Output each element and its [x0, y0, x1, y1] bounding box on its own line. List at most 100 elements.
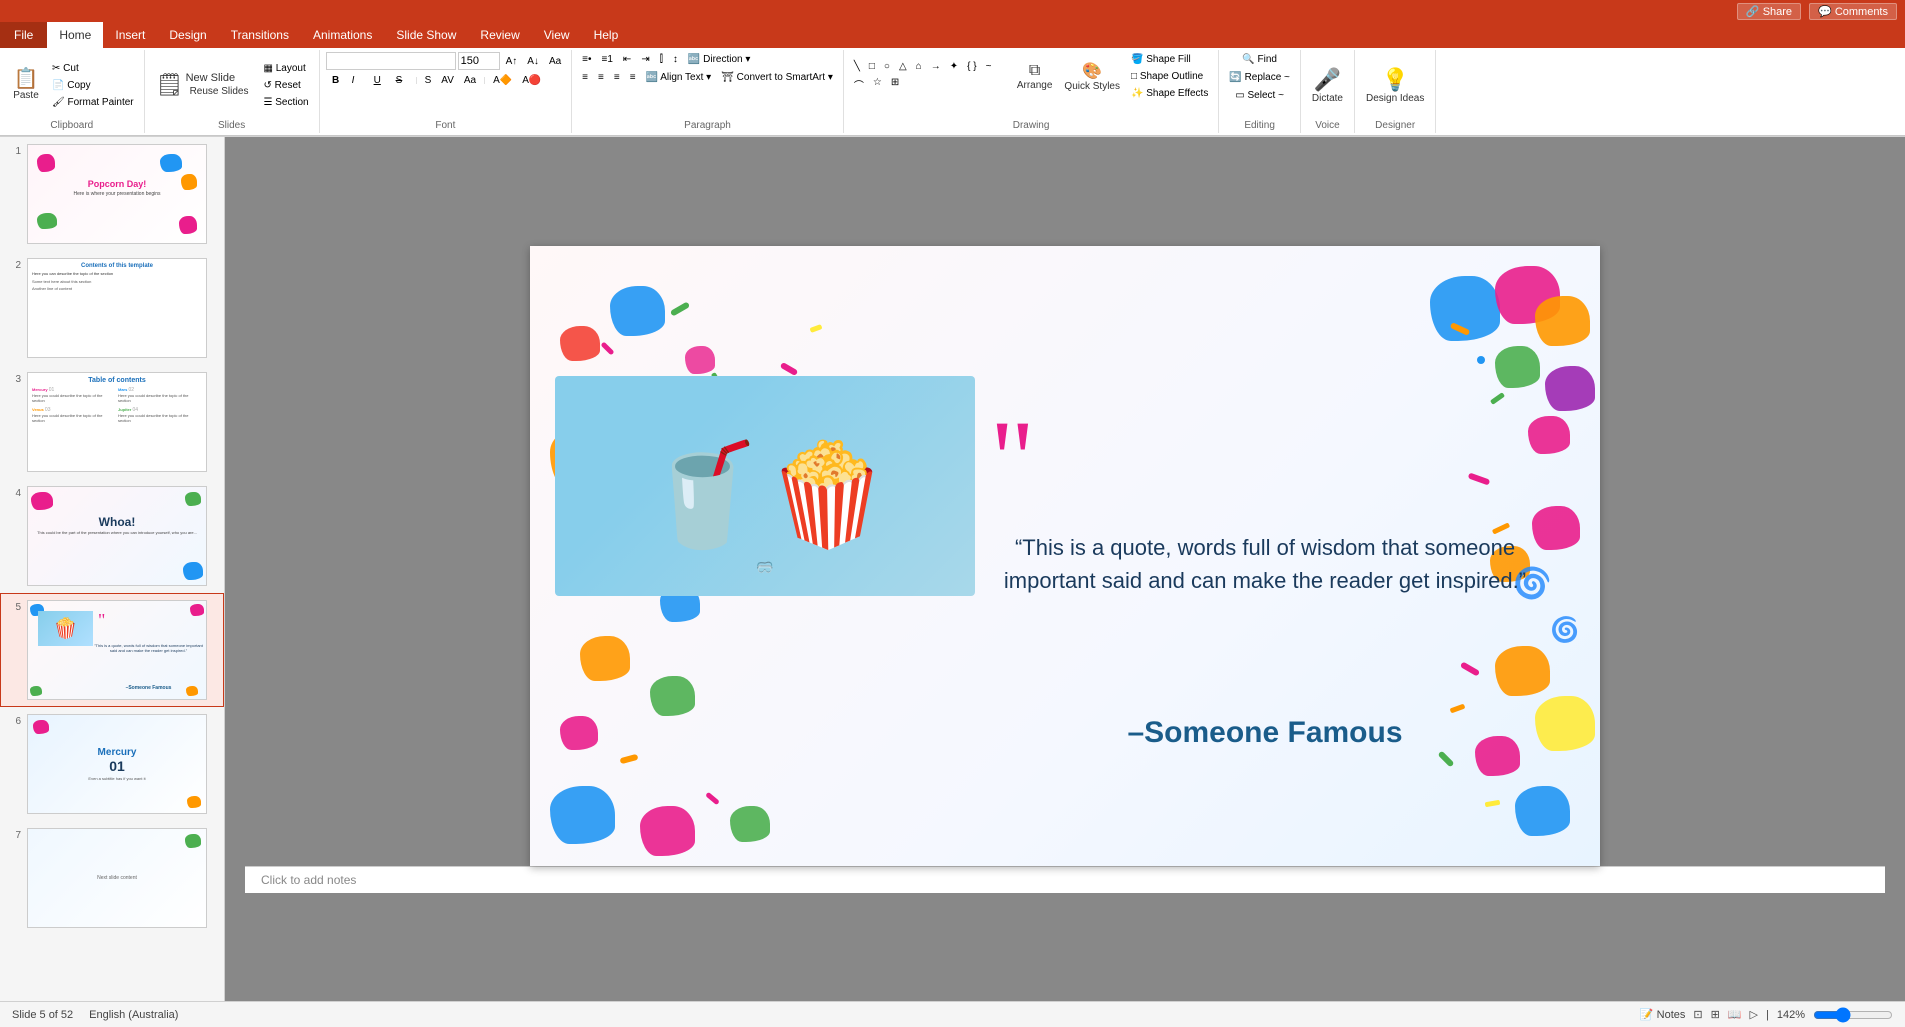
- align-right-button[interactable]: ≡: [610, 70, 624, 85]
- tab-review[interactable]: Review: [468, 22, 531, 48]
- paste-button[interactable]: 📋 Paste: [6, 66, 46, 104]
- main-slide[interactable]: 🌀 🌀 🥤🍿 🥽 " “This is a quote, words fu: [530, 246, 1600, 866]
- tab-help[interactable]: Help: [582, 22, 631, 48]
- shape-tool-8[interactable]: { }: [963, 59, 980, 74]
- shape-effects-button[interactable]: ✨ Shape Effects: [1127, 86, 1212, 101]
- convert-smartart-button[interactable]: ⛩ Convert to SmartArt ▾: [717, 70, 837, 85]
- shape-tool-3[interactable]: ○: [880, 59, 894, 74]
- tab-animations[interactable]: Animations: [301, 22, 384, 48]
- slide-thumb-7[interactable]: 7 Next slide content: [0, 821, 224, 935]
- designer-group-label: Designer: [1375, 118, 1415, 131]
- bullets-button[interactable]: ≡•: [578, 52, 595, 67]
- quick-styles-button[interactable]: 🎨 Quick Styles: [1059, 58, 1125, 95]
- shape-outline-button[interactable]: □ Shape Outline: [1127, 69, 1212, 84]
- slide-area: 🌀 🌀 🥤🍿 🥽 " “This is a quote, words fu: [225, 137, 1905, 1001]
- columns-button[interactable]: ⫿: [656, 52, 667, 67]
- reading-view-btn[interactable]: 📖: [1728, 1008, 1742, 1021]
- group-paragraph: ≡• ≡1 ⇤ ⇥ ⫿ ↕ 🔤 Direction ▾ ≡ ≡ ≡ ≡ 🔤 Al…: [572, 50, 844, 133]
- para-controls: ≡• ≡1 ⇤ ⇥ ⫿ ↕ 🔤 Direction ▾ ≡ ≡ ≡ ≡ 🔤 Al…: [578, 52, 837, 118]
- font-name-input[interactable]: [326, 52, 456, 70]
- decrease-font-button[interactable]: A↓: [523, 54, 543, 69]
- char-spacing-button[interactable]: AV: [437, 73, 458, 88]
- justify-button[interactable]: ≡: [626, 70, 640, 85]
- shape-tool-5[interactable]: ⌂: [912, 59, 926, 74]
- voice-controls: 🎤 Dictate: [1307, 52, 1348, 118]
- tab-home[interactable]: Home: [47, 22, 103, 48]
- highlight-button[interactable]: A🔶: [489, 73, 516, 88]
- share-button[interactable]: 🔗 Share: [1737, 3, 1801, 20]
- slide-sorter-btn[interactable]: ⊞: [1711, 1008, 1720, 1021]
- dictate-button[interactable]: 🎤 Dictate: [1307, 64, 1348, 107]
- notes-btn[interactable]: 📝 Notes: [1640, 1008, 1686, 1021]
- tab-design[interactable]: Design: [157, 22, 218, 48]
- shape-fill-button[interactable]: 🪣 Shape Fill: [1127, 52, 1212, 67]
- slide-thumb-4[interactable]: 4 Whoa! This could be the part of the pr…: [0, 479, 224, 593]
- increase-font-button[interactable]: A↑: [502, 54, 522, 69]
- cut-button[interactable]: ✂ Cut: [48, 61, 138, 76]
- shape-tool-11[interactable]: ☆: [869, 75, 886, 94]
- font-size-input[interactable]: [458, 52, 500, 70]
- font-color-button[interactable]: A🔴: [518, 73, 545, 88]
- shape-tools: ╲ □ ○ △ ⌂ → ✦ { } ~ ⌒ ☆ ⊞: [850, 59, 1010, 94]
- arrange-button[interactable]: ⧉ Arrange: [1012, 59, 1058, 94]
- shape-tool-4[interactable]: △: [895, 59, 911, 74]
- italic-button[interactable]: I: [348, 73, 368, 88]
- reuse-slides-button[interactable]: Reuse Slides: [186, 84, 253, 99]
- slide-thumb-1[interactable]: 1 Popcorn Day! Here is where your presen…: [0, 137, 224, 251]
- line-spacing-button[interactable]: ↕: [669, 52, 682, 67]
- section-button[interactable]: ☰ Section: [259, 95, 312, 110]
- bold-button[interactable]: B: [326, 73, 346, 88]
- shape-tool-9[interactable]: ~: [982, 59, 996, 74]
- numbering-button[interactable]: ≡1: [598, 52, 617, 67]
- notes-area[interactable]: Click to add notes: [245, 866, 1885, 893]
- tab-slideshow[interactable]: Slide Show: [384, 22, 468, 48]
- tab-transitions[interactable]: Transitions: [219, 22, 301, 48]
- tab-view[interactable]: View: [532, 22, 582, 48]
- underline-button[interactable]: U: [370, 73, 390, 88]
- tab-file[interactable]: File: [0, 22, 47, 48]
- align-left-button[interactable]: ≡: [578, 70, 592, 85]
- replace-button[interactable]: 🔄 Replace ~: [1225, 70, 1294, 85]
- normal-view-btn[interactable]: ⊡: [1693, 1008, 1702, 1021]
- shape-tool-10[interactable]: ⌒: [850, 75, 868, 94]
- group-font: A↑ A↓ Aa B I U S S AV Aa A🔶 A🔴: [320, 50, 573, 133]
- copy-button[interactable]: 📄 Copy: [48, 78, 138, 93]
- shape-tool-2[interactable]: □: [865, 59, 879, 74]
- quick-styles-icon: 🎨: [1082, 61, 1102, 81]
- ribbon-content: 📋 Paste ✂ Cut 📄 Copy 🖌 Format Painter Cl…: [0, 48, 1905, 136]
- text-shadow-button[interactable]: S: [421, 73, 436, 88]
- zoom-slider[interactable]: [1813, 1007, 1893, 1023]
- reset-button[interactable]: ↺ Reset: [259, 78, 312, 93]
- find-button[interactable]: 🔍 Find: [1238, 52, 1281, 67]
- clipboard-secondary: ✂ Cut 📄 Copy 🖌 Format Painter: [48, 61, 138, 110]
- slide-thumb-5[interactable]: 5 🍿 " "This is a quote, words full of wi…: [0, 593, 224, 707]
- group-drawing: ╲ □ ○ △ ⌂ → ✦ { } ~ ⌒ ☆ ⊞ ⧉: [844, 50, 1219, 133]
- layout-button[interactable]: ▦ Layout: [259, 61, 312, 76]
- shape-tool-more[interactable]: ⊞: [887, 75, 903, 94]
- align-center-button[interactable]: ≡: [594, 70, 608, 85]
- slide-num-7: 7: [5, 830, 21, 841]
- slide-thumb-3[interactable]: 3 Table of contents Mercury 01Here you c…: [0, 365, 224, 479]
- tab-insert[interactable]: Insert: [103, 22, 157, 48]
- slide-thumb-6[interactable]: 6 Mercury 01 Even a subtitle has if you …: [0, 707, 224, 821]
- format-painter-button[interactable]: 🖌 Format Painter: [48, 95, 138, 110]
- increase-indent-button[interactable]: ⇥: [637, 52, 653, 67]
- slide-thumb-2[interactable]: 2 Contents of this template Here you can…: [0, 251, 224, 365]
- slideshow-btn[interactable]: ▷: [1750, 1008, 1758, 1021]
- drawing-controls: ╲ □ ○ △ ⌂ → ✦ { } ~ ⌒ ☆ ⊞ ⧉: [850, 52, 1212, 118]
- shape-tool-1[interactable]: ╲: [850, 59, 864, 74]
- align-text-button[interactable]: 🔤 Align Text ▾: [642, 70, 716, 85]
- clear-formatting-button[interactable]: Aa: [545, 54, 565, 69]
- design-ideas-button[interactable]: 💡 Design Ideas: [1361, 64, 1429, 107]
- new-slide-button[interactable]: 🗒 New Slide Reuse Slides: [151, 68, 258, 102]
- strikethrough-button[interactable]: S: [392, 73, 412, 88]
- slide-img-3: Table of contents Mercury 01Here you cou…: [27, 372, 207, 472]
- change-case-button[interactable]: Aa: [460, 73, 480, 88]
- decrease-indent-button[interactable]: ⇤: [619, 52, 635, 67]
- shape-tool-6[interactable]: →: [927, 59, 945, 74]
- text-direction-button[interactable]: 🔤 Direction ▾: [684, 52, 755, 67]
- quick-styles-label: Quick Styles: [1064, 81, 1120, 92]
- select-button[interactable]: ▭ Select ~: [1231, 88, 1288, 103]
- shape-tool-7[interactable]: ✦: [946, 59, 962, 74]
- comments-button[interactable]: 💬 Comments: [1809, 3, 1897, 20]
